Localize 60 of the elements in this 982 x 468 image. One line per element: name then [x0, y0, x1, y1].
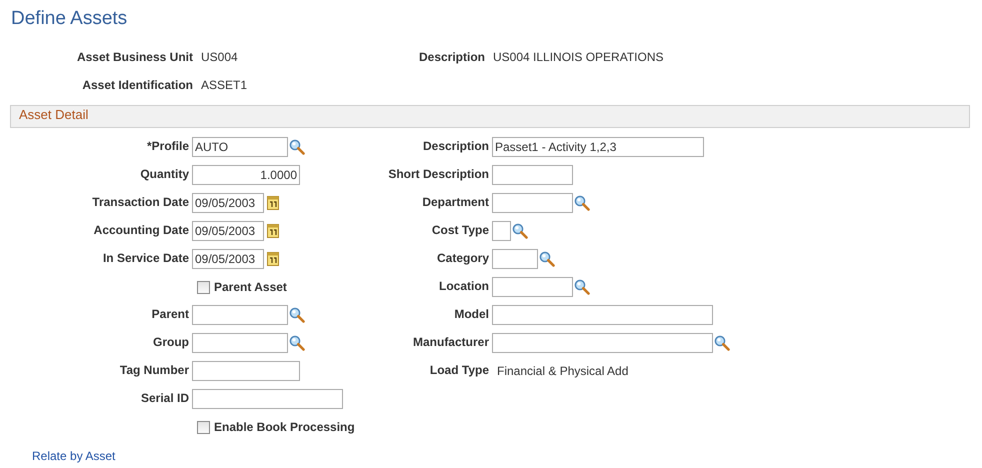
input-field[interactable]: 1.0000	[192, 165, 300, 185]
input-field[interactable]	[192, 333, 288, 353]
input-field[interactable]	[492, 305, 713, 325]
input-field[interactable]	[192, 361, 300, 381]
field-label: Asset Identification	[81, 78, 193, 92]
input-field[interactable]: Passet1 - Activity 1,2,3	[492, 137, 704, 157]
search-icon[interactable]	[539, 251, 555, 267]
field-label: Department	[421, 194, 489, 209]
field-label: Description	[422, 138, 489, 153]
field-label: Location	[438, 278, 489, 293]
field-label: Serial ID	[140, 390, 189, 405]
calendar-icon[interactable]	[267, 252, 279, 266]
field-label: Group	[152, 334, 189, 349]
field-value: US004 ILLINOIS OPERATIONS	[493, 50, 665, 64]
field-value: US004	[201, 50, 239, 64]
input-field[interactable]	[492, 165, 573, 185]
search-icon[interactable]	[289, 307, 305, 323]
field-label: Manufacturer	[412, 334, 489, 349]
checkbox[interactable]	[197, 420, 210, 434]
field-label: Quantity	[139, 166, 189, 181]
date-field[interactable]: 09/05/2003	[192, 249, 264, 269]
relate-by-asset-link[interactable]: Relate by Asset	[32, 449, 116, 463]
search-icon[interactable]	[512, 223, 528, 239]
checkbox-label: Parent Asset	[214, 280, 287, 294]
search-icon[interactable]	[574, 279, 590, 295]
field-label: Model	[453, 306, 489, 321]
input-field[interactable]: AUTO	[192, 137, 288, 157]
search-icon[interactable]	[289, 139, 305, 155]
field-label: In Service Date	[102, 250, 189, 265]
calendar-icon[interactable]	[267, 224, 279, 238]
input-field[interactable]	[492, 193, 573, 213]
section-header: Asset Detail	[10, 105, 970, 128]
input-field[interactable]	[192, 305, 288, 325]
checkbox-label: Enable Book Processing	[214, 420, 355, 434]
field-label: Parent	[150, 306, 189, 321]
field-label: Asset Business Unit	[76, 50, 193, 64]
field-value: ASSET1	[201, 78, 248, 92]
search-icon[interactable]	[289, 335, 305, 351]
field-label: Cost Type	[430, 222, 489, 237]
checkbox[interactable]	[197, 280, 210, 294]
search-icon[interactable]	[714, 335, 730, 351]
search-icon[interactable]	[574, 195, 590, 211]
field-value: Financial & Physical Add	[496, 363, 630, 378]
input-field[interactable]	[492, 249, 538, 269]
input-field[interactable]	[192, 389, 343, 409]
field-label: Load Type	[428, 362, 489, 377]
calendar-icon[interactable]	[267, 196, 279, 210]
page-title: Define Assets	[11, 8, 128, 31]
field-label: Tag Number	[118, 362, 189, 377]
input-field[interactable]	[492, 333, 713, 353]
field-label: Short Description	[387, 166, 489, 181]
field-label: Accounting Date	[92, 222, 189, 237]
field-label: *Profile	[146, 138, 189, 153]
date-field[interactable]: 09/05/2003	[192, 221, 264, 241]
input-field[interactable]	[492, 277, 573, 297]
field-label: Description	[418, 50, 485, 64]
field-label: Transaction Date	[91, 194, 189, 209]
field-label: Category	[436, 250, 489, 265]
input-field[interactable]	[492, 221, 511, 241]
date-field[interactable]: 09/05/2003	[192, 193, 264, 213]
